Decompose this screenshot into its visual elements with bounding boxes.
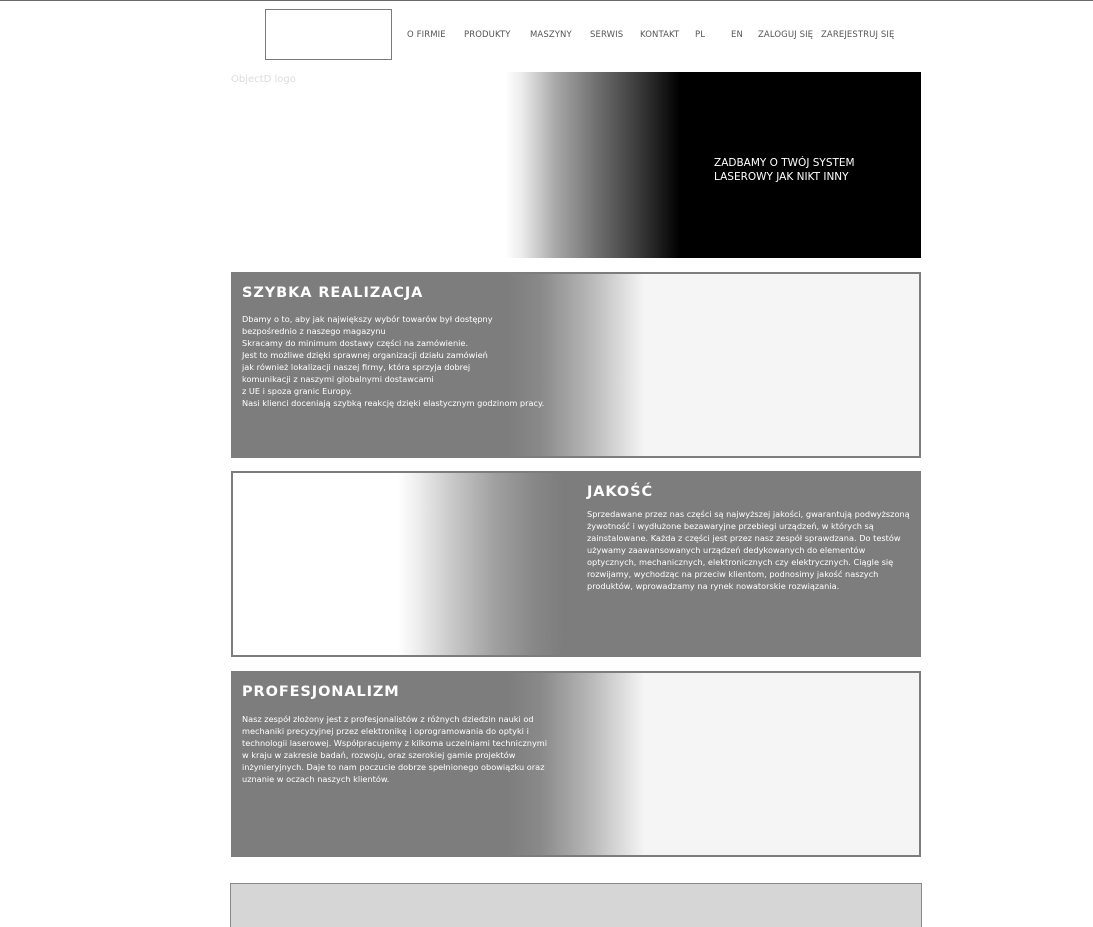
register-link[interactable]: ZAREJESTRUJ SIĘ xyxy=(821,30,895,40)
section-text: Nasz zespół złożony jest z profesjonalis… xyxy=(242,714,548,784)
logo-alt-text: ObjectD logo xyxy=(231,74,296,85)
text-line: Dbamy o to, aby jak największy wybór tow… xyxy=(242,314,493,324)
language-pl-link[interactable]: PL xyxy=(695,30,705,40)
footer-panel xyxy=(230,883,922,927)
section-title: SZYBKA REALIZACJA xyxy=(242,285,424,301)
nav-link-o-firmie[interactable]: O FIRMIE xyxy=(407,30,446,40)
section-szybka-realizacja: SZYBKA REALIZACJA Dbamy o to, aby jak na… xyxy=(231,272,921,458)
section-text: Sprzedawane przez nas części są najwyższ… xyxy=(587,509,910,591)
top-border-line xyxy=(0,0,1093,1)
section-title: JAKOŚĆ xyxy=(587,484,654,500)
section-profesjonalizm: PROFESJONALIZM Nasz zespół złożony jest … xyxy=(231,671,921,857)
nav-link-kontakt[interactable]: KONTAKT xyxy=(640,30,679,40)
logo-placeholder[interactable] xyxy=(265,9,392,60)
section-jakosc: JAKOŚĆ Sprzedawane przez nas części są n… xyxy=(231,471,921,657)
text-line: Skracamy do minimum dostawy części na za… xyxy=(242,338,469,348)
nav-link-serwis[interactable]: SERWIS xyxy=(590,30,623,40)
hero-banner: ZADBAMY O TWÓJ SYSTEM LASEROWY JAK NIKT … xyxy=(505,72,921,258)
nav-link-produkty[interactable]: PRODUKTY xyxy=(464,30,511,40)
text-line: bezpośrednio z naszego magazynu xyxy=(242,326,386,336)
hero-tagline: ZADBAMY O TWÓJ SYSTEM LASEROWY JAK NIKT … xyxy=(714,157,855,183)
text-line: Jest to możliwe dzięki sprawnej organiza… xyxy=(242,350,488,360)
login-link[interactable]: ZALOGUJ SIĘ xyxy=(758,30,813,40)
text-line: komunikacji z naszymi globalnymi dostawc… xyxy=(242,374,434,384)
section-title: PROFESJONALIZM xyxy=(242,684,400,700)
section-text: Dbamy o to, aby jak największy wybór tow… xyxy=(242,313,544,409)
text-line: Nasi klienci doceniają szybką reakcję dz… xyxy=(242,398,545,408)
language-en-link[interactable]: EN xyxy=(731,30,743,40)
text-line: z UE i spoza granic Europy. xyxy=(242,386,353,396)
text-line: jak również lokalizacji naszej firmy, kt… xyxy=(242,362,471,372)
nav-link-maszyny[interactable]: MASZYNY xyxy=(530,30,572,40)
